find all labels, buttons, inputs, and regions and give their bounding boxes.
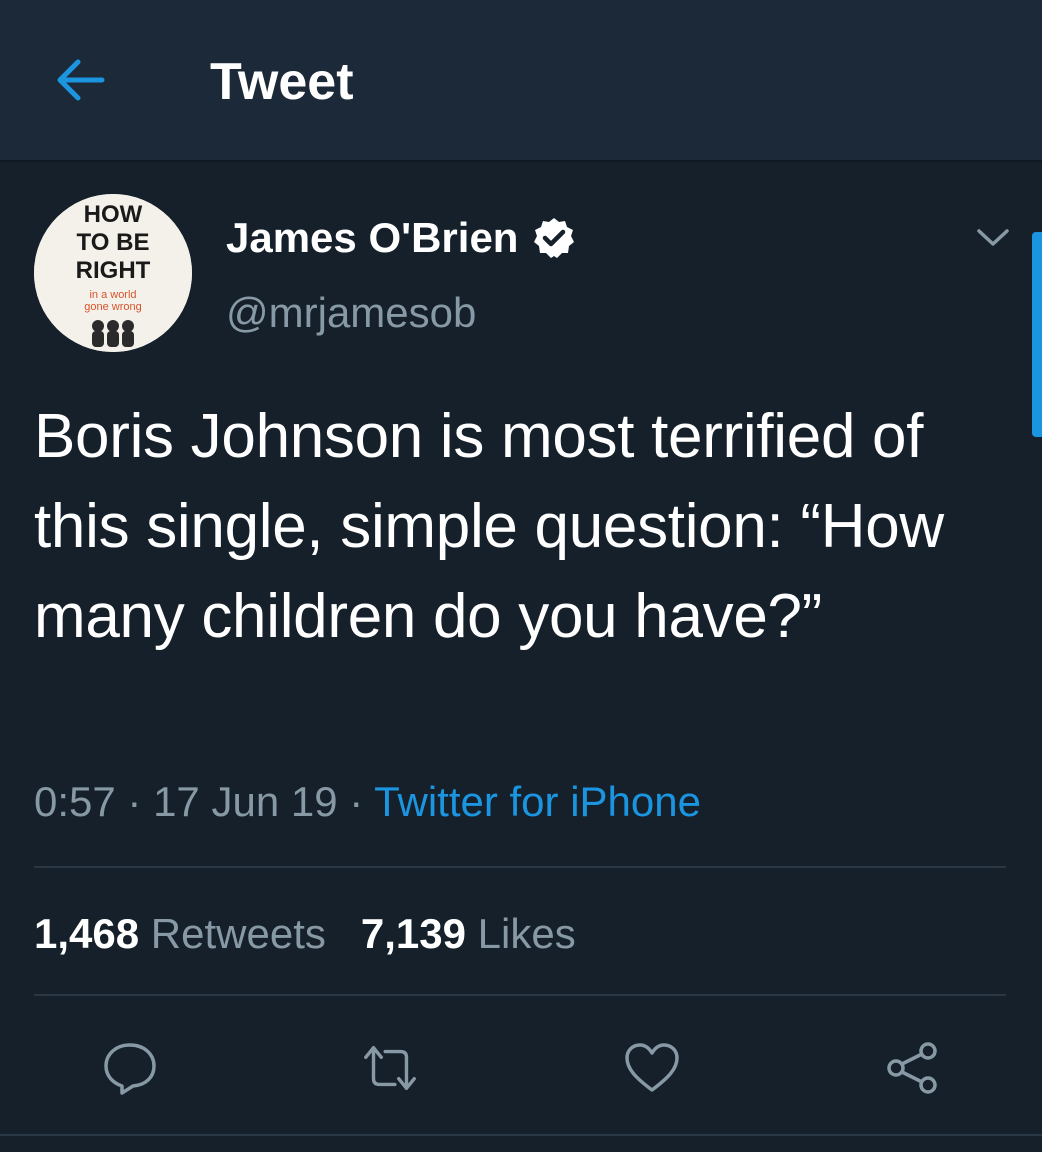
arrow-left-icon (57, 59, 105, 101)
tweet-meta: 0:57 · 17 Jun 19 · Twitter for iPhone (34, 770, 701, 834)
svg-text:RIGHT: RIGHT (76, 257, 151, 284)
reply-icon (104, 1043, 156, 1095)
like-button[interactable] (620, 1036, 684, 1100)
tweet-screen: Tweet HOW TO BE RIGHT in a world gone wr… (0, 0, 1042, 1152)
tweet-date: 17 Jun 19 (153, 778, 338, 825)
tweet-stats: 1,468 Retweets 7,139 Likes (34, 902, 576, 966)
tweet-time: 0:57 (34, 778, 116, 825)
svg-text:in a world: in a world (89, 289, 136, 301)
heart-icon (625, 1043, 679, 1092)
page-title: Tweet (210, 53, 354, 111)
author-handle[interactable]: @mrjamesob (226, 286, 476, 340)
divider (34, 994, 1006, 996)
reply-button[interactable] (98, 1036, 162, 1100)
top-bar: Tweet (0, 0, 1042, 162)
retweet-button[interactable] (358, 1036, 422, 1100)
likes-count: 7,139 (360, 910, 466, 957)
share-button[interactable] (880, 1036, 944, 1100)
meta-separator: · (337, 778, 375, 825)
tweet-source-link[interactable]: Twitter for iPhone (374, 778, 701, 825)
retweets-stat[interactable]: 1,468 Retweets (34, 910, 326, 957)
tweet-text: Boris Johnson is most terrified of this … (34, 402, 944, 651)
svg-text:gone wrong: gone wrong (84, 301, 142, 313)
svg-text:TO BE: TO BE (77, 229, 150, 256)
divider (34, 866, 1006, 868)
author-name-text: James O'Brien (226, 214, 519, 261)
likes-stat[interactable]: 7,139 Likes (361, 910, 576, 957)
verified-badge-icon (532, 216, 576, 260)
likes-label: Likes (477, 910, 576, 957)
divider (0, 1134, 1042, 1136)
retweets-label: Retweets (150, 910, 326, 957)
svg-text:HOW: HOW (84, 201, 143, 228)
retweet-icon (364, 1045, 416, 1091)
author-name[interactable]: James O'Brien (226, 212, 576, 264)
avatar[interactable]: HOW TO BE RIGHT in a world gone wrong (34, 194, 192, 352)
tweet-options-button[interactable] (966, 218, 1020, 258)
retweets-count: 1,468 (34, 910, 140, 957)
scrollbar[interactable] (1032, 232, 1042, 437)
meta-separator: · (115, 778, 154, 825)
share-icon (887, 1042, 937, 1094)
avatar-book-cover: HOW TO BE RIGHT in a world gone wrong (34, 194, 192, 352)
chevron-down-icon (977, 229, 1009, 246)
back-button[interactable] (48, 50, 112, 110)
